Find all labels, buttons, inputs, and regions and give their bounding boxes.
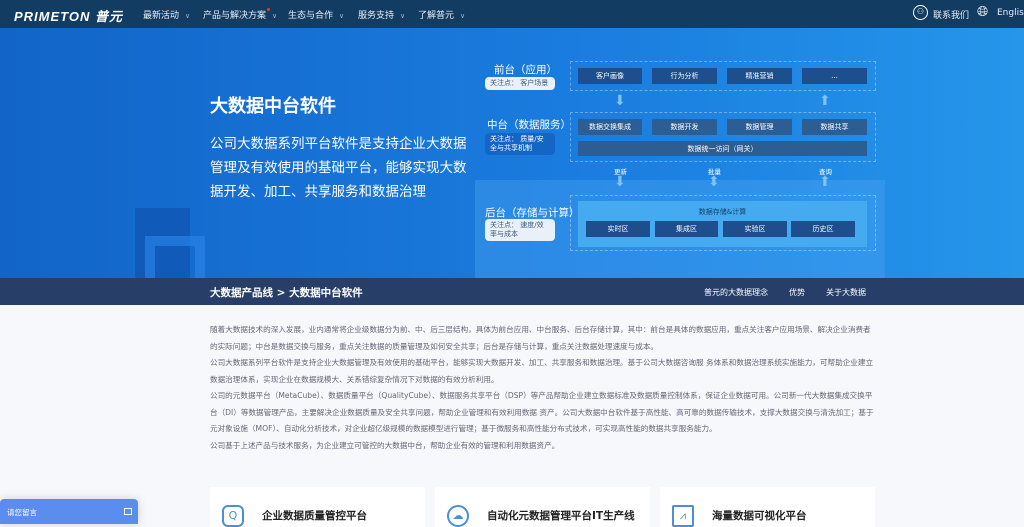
product-card[interactable]: Q 企业数据质量管控平台 [210,487,425,527]
user-icon[interactable]: ⚇ [913,5,928,20]
breadcrumb[interactable]: 大数据产品线 > 大数据中台软件 [210,285,363,300]
nav-label: 服务支持 [358,11,395,21]
chevron-down-icon: ∨ [460,12,466,20]
nav-ecosystem[interactable]: 生态与合作 ∨ [288,8,344,21]
module: ... [802,68,867,84]
paragraph: 公司的元数据平台（MetaCube）、数据质量平台（QualityCube）、数… [210,391,874,433]
module: 客户画像 [578,68,642,84]
module: 实验区 [723,221,787,237]
arrow-down-icon: ⬇ [614,93,626,109]
module: 数据共享 [802,119,867,135]
chevron-down-icon: ∨ [272,12,278,20]
nav-support[interactable]: 服务支持 ∨ [358,8,405,21]
middle-focus-tag: 关注点： 质量/安全与共享机制 [485,133,555,155]
hero-description: 公司大数据系列平台软件是支持企业大数据管理及有效使用的基础平台，能够实现大数据开… [210,136,467,200]
page-title: 大数据中台软件 [210,96,336,117]
new-dot-icon [267,8,271,11]
sub-nav: 大数据产品线 > 大数据中台软件 普元的大数据理念 优势 关于大数据 [0,278,1024,305]
nav-products[interactable]: 产品与解决方案 ∨ [203,8,277,21]
language-link[interactable]: English [997,8,1024,18]
module: 精准营销 [727,68,792,84]
subnav-link-philosophy[interactable]: 普元的大数据理念 [704,287,768,298]
message-widget[interactable]: 请您留言 [0,499,138,524]
gateway-module: 数据统一访问（网关） [578,141,867,156]
globe-icon[interactable]: 🌐︎ [977,4,988,20]
nav-about[interactable]: 了解普元 ∨ [418,8,465,21]
arrow-down-icon: ⬇ [614,174,626,190]
chevron-down-icon: ∨ [400,12,406,20]
nav-label: 生态与合作 [288,11,334,21]
module: 历史区 [791,221,855,237]
nav-label: 最新活动 [143,11,180,21]
message-label: 请您留言 [7,508,37,517]
nav-latest-events[interactable]: 最新活动 ∨ [143,8,190,21]
intro-text: 随着大数据技术的深入发展，业内通常将企业级数据分为前、中、后三层结构，具体为前台… [210,322,878,454]
chevron-down-icon: ∨ [339,12,345,20]
module: 实时区 [586,221,650,237]
arrow-both-icon: ⬍ [708,174,720,190]
back-layer-label: 后台（存储与计算） [485,207,580,219]
subnav-link-advantages[interactable]: 优势 [789,287,805,298]
paragraph: 公司大数据系列平台软件是支持企业大数据管理及有效使用的基础平台，能够实现大数据开… [210,358,874,384]
module: 集成区 [655,221,718,237]
back-focus-tag: 关注点： 速度/效率与成本 [485,219,555,241]
arrow-up-icon: ⬆ [819,174,831,190]
product-card[interactable]: ⩘ 海量数据可视化平台 [660,487,875,527]
hero-banner: 大数据中台软件 公司大数据系列平台软件是支持企业大数据管理及有效使用的基础平台，… [0,28,1024,278]
module: 数据管理 [727,119,792,135]
module: 行为分析 [652,68,717,84]
card-title: 自动化元数据管理平台IT生产线 [487,510,635,522]
storage-title: 数据存储&计算 [698,208,747,216]
chevron-down-icon: ∨ [185,12,191,20]
nav-label: 产品与解决方案 [203,11,267,21]
front-layer-label: 前台（应用） [494,64,557,76]
contact-us-link[interactable]: 联系我们 [933,8,969,21]
product-card[interactable]: ☁ 自动化元数据管理平台IT生产线 [435,487,650,527]
paragraph: 随着大数据技术的深入发展，业内通常将企业级数据分为前、中、后三层结构，具体为前台… [210,325,871,351]
primeton-logo[interactable]: PRIMETON 普元 [14,6,123,25]
arrow-up-icon: ⬆ [819,93,831,109]
paragraph: 公司基于上述产品与技术服务，为企业建立可管控的大数据中台，帮助企业有效的管理和利… [210,440,560,450]
top-nav: PRIMETON 普元 最新活动 ∨ 产品与解决方案 ∨ 生态与合作 ∨ 服务支持 ∨ … [0,0,1024,28]
nav-label: 了解普元 [418,11,455,21]
front-focus-tag: 关注点： 客户场景 [485,77,555,90]
card-title: 企业数据质量管控平台 [262,510,367,522]
module: 数据开发 [652,119,717,135]
middle-layer-label: 中台（数据服务） [487,119,571,131]
subnav-link-about[interactable]: 关于大数据 [826,287,866,298]
maximize-icon[interactable] [124,508,132,515]
card-title: 海量数据可视化平台 [712,510,807,522]
module: 数据交换集成 [578,119,642,135]
decoration [145,236,205,278]
